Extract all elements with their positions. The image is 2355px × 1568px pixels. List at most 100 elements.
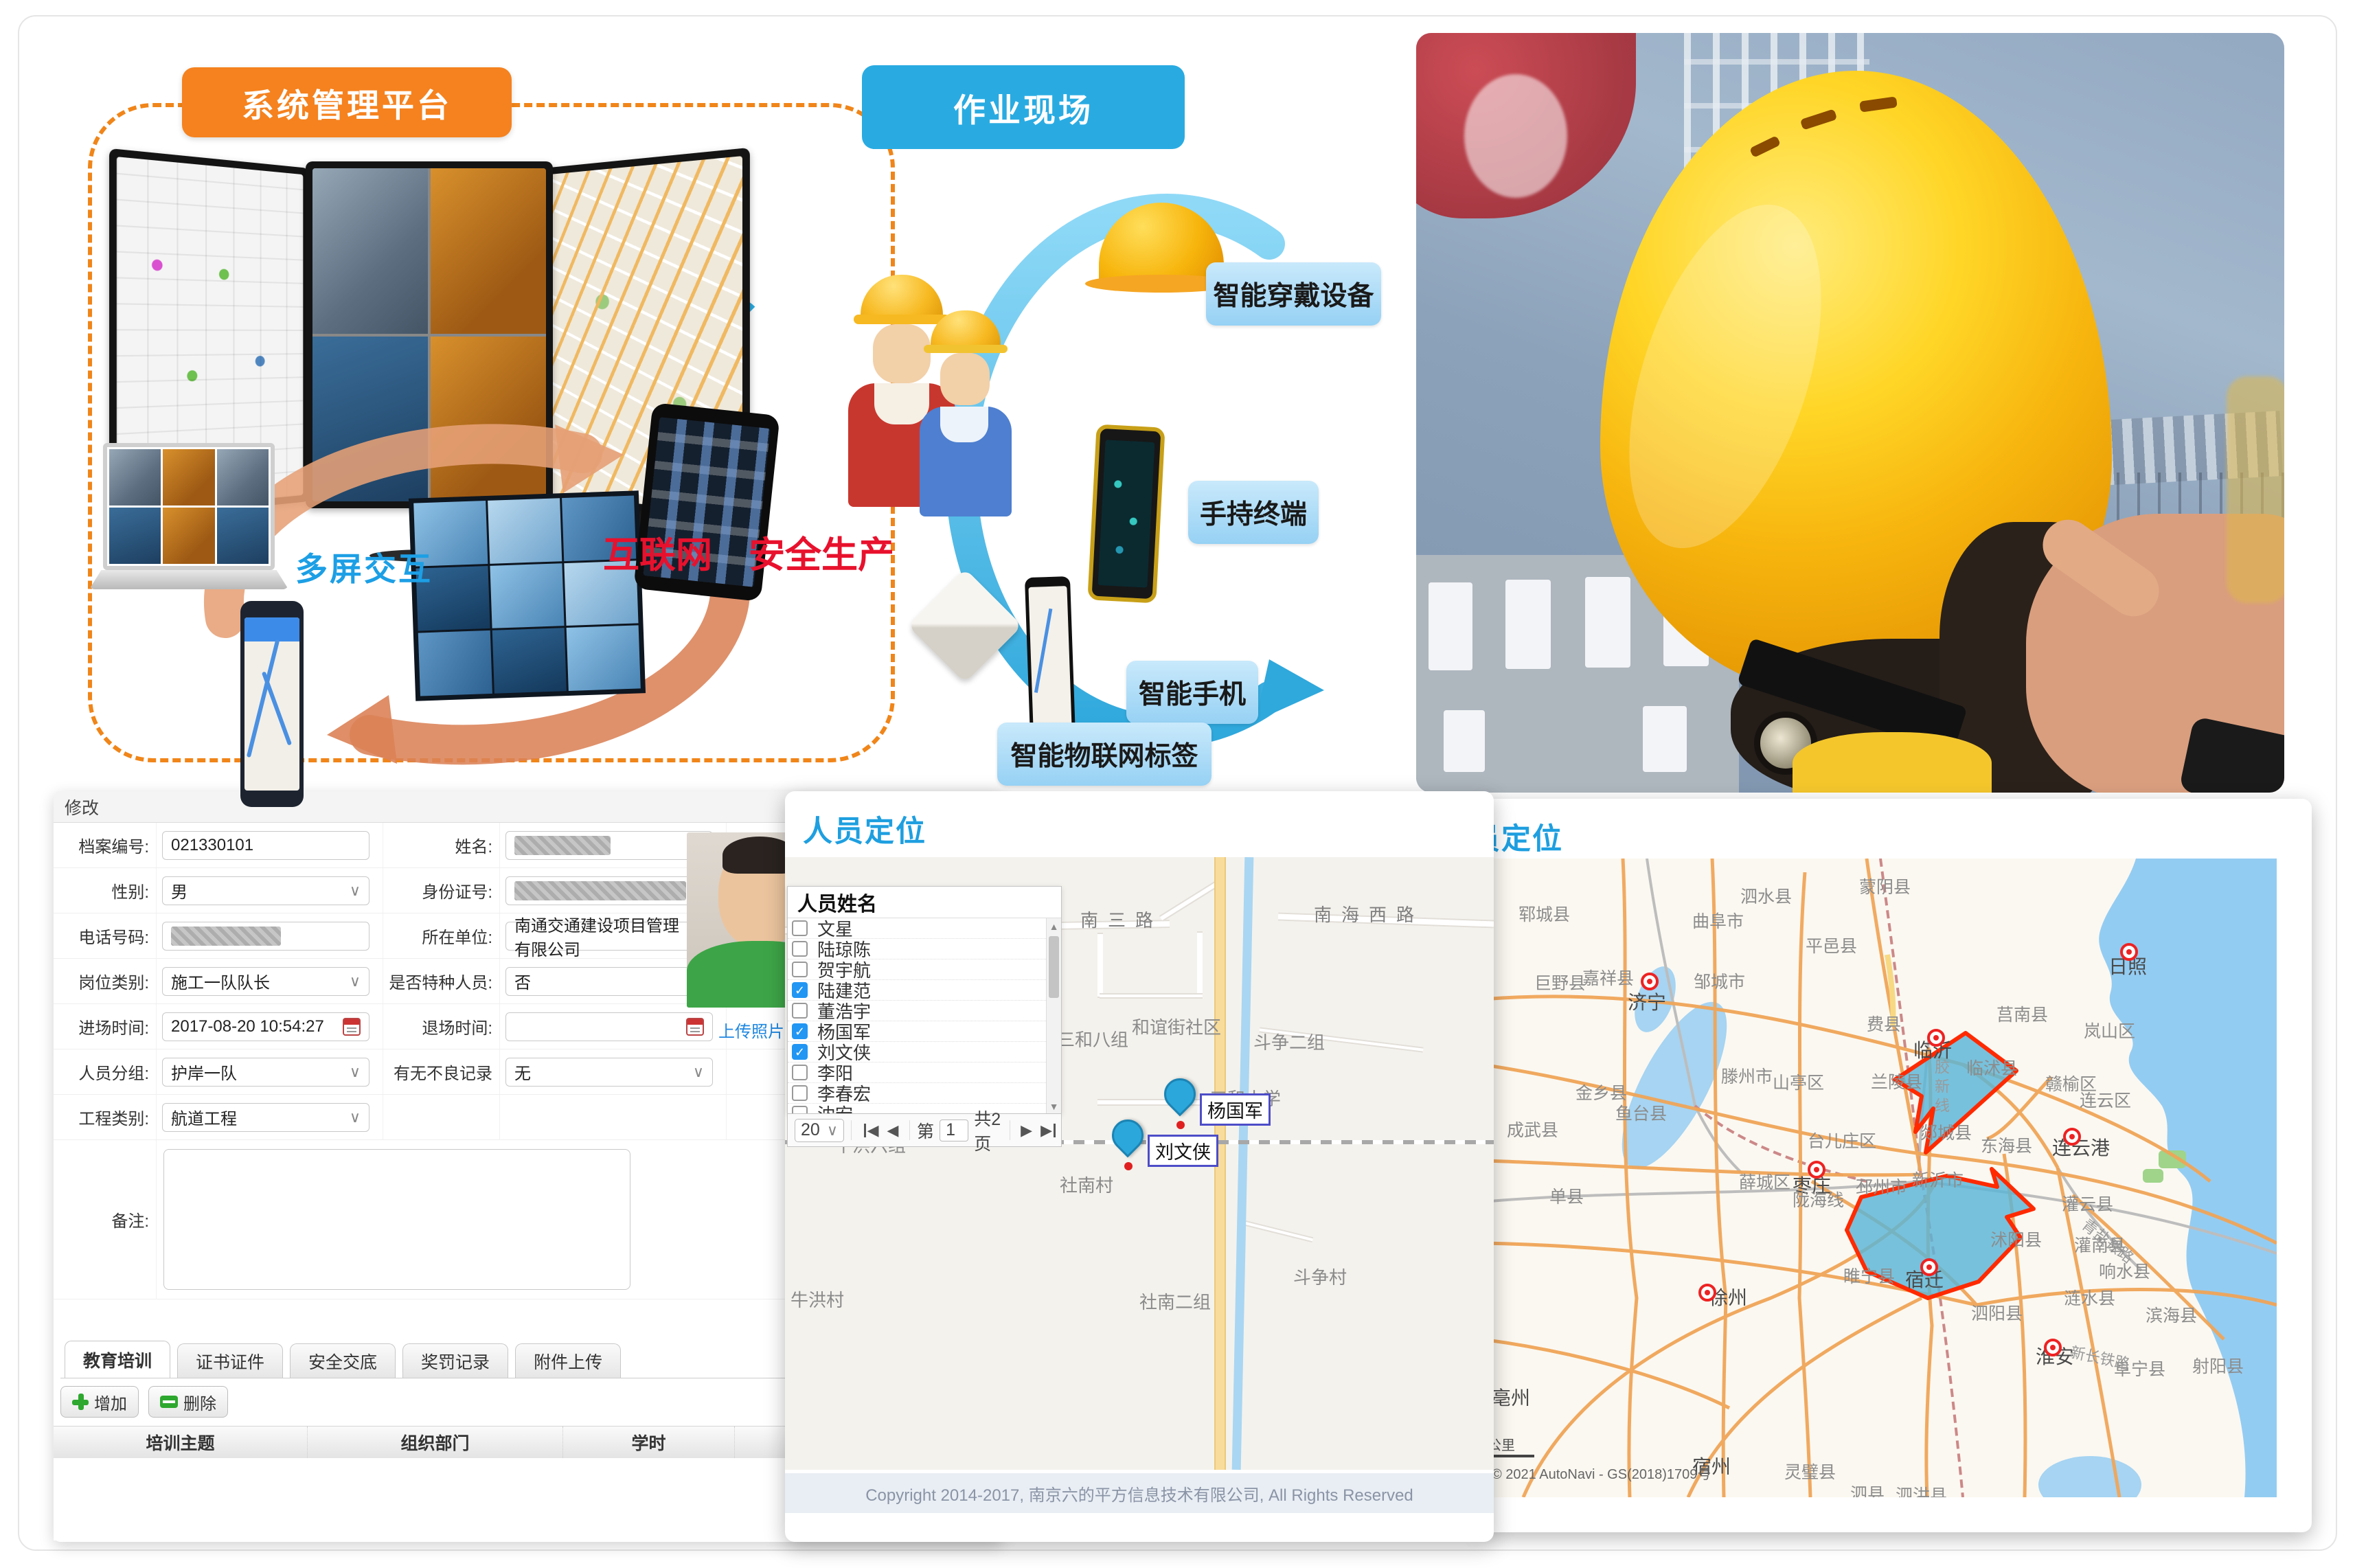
city-label-兰陵县: 兰陵县	[1871, 1069, 1922, 1093]
map-attribution: © 2021 AutoNavi - GS(2018)1709号	[1492, 1463, 1711, 1483]
video-feed	[312, 168, 428, 334]
page-number-input[interactable]: 1	[940, 1120, 968, 1141]
device-label-3: 智能物联网标签	[997, 723, 1211, 786]
checkbox-unchecked[interactable]	[792, 920, 808, 936]
checkbox-checked[interactable]: ✓	[792, 982, 808, 998]
pin-刘文侠	[1105, 1113, 1150, 1157]
select-人员分组:[interactable]: 护岸一队∨	[162, 1058, 369, 1087]
pin-杨国军	[1157, 1071, 1202, 1116]
checkbox-unchecked[interactable]	[792, 1085, 808, 1101]
masked-input[interactable]	[162, 922, 369, 951]
map-label-和谊街社区: 和谊街社区	[1132, 1014, 1221, 1039]
checkbox-unchecked[interactable]	[792, 962, 808, 977]
city-label-泗洪县: 泗洪县	[1896, 1482, 1947, 1497]
city-label-成武县: 成武县	[1507, 1117, 1558, 1141]
field-label: 身份证号:	[383, 868, 500, 913]
select-岗位类别:[interactable]: 施工一队队长∨	[162, 967, 369, 996]
laptop	[103, 443, 288, 589]
date-input[interactable]: 2017-08-20 10:54:27	[162, 1012, 369, 1041]
pin-label-杨国军[interactable]: 杨国军	[1200, 1093, 1271, 1126]
form-title: 修改	[65, 795, 99, 819]
tab-附件上传[interactable]: 附件上传	[515, 1343, 621, 1378]
text-input[interactable]: 021330101	[162, 831, 369, 860]
checkbox-checked[interactable]: ✓	[792, 1023, 808, 1039]
city-label-曲阜市: 曲阜市	[1692, 908, 1744, 933]
city-label-邹城市: 邹城市	[1694, 968, 1745, 993]
page-size-select[interactable]: 20∨	[795, 1119, 844, 1142]
first-page-button[interactable]: ◀	[858, 1122, 883, 1139]
workers-icon	[854, 275, 998, 543]
page-prefix: 第	[917, 1118, 934, 1143]
scroll-thumb[interactable]	[1049, 936, 1059, 998]
city-marker	[2120, 943, 2138, 961]
prev-page-button[interactable]: ◀	[883, 1122, 902, 1139]
city-label-岚山区: 岚山区	[2084, 1018, 2135, 1043]
city-marker	[1920, 1258, 1938, 1276]
city-label-巨野县: 巨野县	[1534, 970, 1586, 995]
select-是否特种人员:[interactable]: 否∨	[505, 967, 713, 996]
tab-证书证件[interactable]: 证书证件	[177, 1343, 283, 1378]
line-label-胶新线: 胶新线	[1930, 1059, 1952, 1117]
select-所在单位:[interactable]: 南通交通建设项目管理有限公司∨	[505, 922, 713, 951]
map-label-南海西路: 南海西路	[1314, 901, 1424, 927]
form-toolbar: 增加删除	[60, 1386, 238, 1418]
map-label-斗争二组: 斗争二组	[1253, 1029, 1325, 1054]
city-marker	[1698, 1284, 1716, 1302]
person-list-header: 人员姓名	[788, 887, 1061, 918]
scroll-up-icon[interactable]: ▲	[1047, 921, 1061, 932]
field-label: 姓名:	[383, 823, 500, 867]
col-header-培训主题: 培训主题	[54, 1427, 308, 1458]
city-label-嘉祥县: 嘉祥县	[1582, 965, 1634, 990]
remark-textarea[interactable]	[163, 1149, 630, 1290]
checkbox-unchecked[interactable]	[792, 1065, 808, 1080]
region-locate-panel: 人员定位	[1482, 799, 2312, 1532]
scroll-down-icon[interactable]: ▼	[1047, 1101, 1061, 1112]
city-marker	[1808, 1161, 1825, 1179]
mid-panel-title: 人员定位	[803, 808, 926, 850]
region-map[interactable]: 郓城县泗水县曲阜市蒙阴县莒南县岚山区日照平邑县费县临沂临沭县兰陵县郯城县嘉祥县巨…	[1482, 859, 2277, 1497]
multiscreen-label: 多屏交互	[295, 543, 433, 590]
masked-input[interactable]	[505, 876, 713, 905]
map-label-社南村: 社南村	[1060, 1172, 1113, 1197]
select-性别:[interactable]: 男∨	[162, 876, 369, 905]
pin-label-刘文侠[interactable]: 刘文侠	[1148, 1135, 1218, 1167]
select-有无不良记录[interactable]: 无∨	[505, 1058, 713, 1087]
city-label-灵璧县: 灵璧县	[1784, 1459, 1836, 1484]
checkbox-unchecked[interactable]	[792, 1106, 808, 1114]
field-label: 电话号码:	[54, 913, 157, 958]
city-label-济宁: 济宁	[1628, 988, 1666, 1015]
date-input[interactable]	[505, 1012, 713, 1041]
masked-input[interactable]	[505, 831, 713, 860]
field-label: 工程类别:	[54, 1095, 157, 1139]
last-page-button[interactable]: ▶	[1036, 1122, 1061, 1139]
device-label-1: 手持终端	[1188, 481, 1319, 544]
device-label-2: 智能手机	[1126, 661, 1258, 724]
plus-icon	[72, 1394, 89, 1410]
add-button[interactable]: 增加	[60, 1386, 139, 1418]
tab-奖罚记录[interactable]: 奖罚记录	[402, 1343, 508, 1378]
city-label-郓城县: 郓城县	[1518, 901, 1570, 926]
tab-教育培训[interactable]: 教育培训	[65, 1341, 170, 1378]
tv-wall	[409, 490, 646, 701]
checkbox-unchecked[interactable]	[792, 941, 808, 957]
city-label-沭阳县: 沭阳县	[1990, 1227, 2042, 1251]
delete-button[interactable]: 删除	[148, 1386, 228, 1418]
internet-label: 互联网	[603, 526, 712, 578]
device-label-0: 智能穿戴设备	[1206, 262, 1381, 326]
checkbox-checked[interactable]: ✓	[792, 1044, 808, 1060]
city-label-连云港: 连云港	[2052, 1133, 2110, 1161]
tab-安全交底[interactable]: 安全交底	[290, 1343, 396, 1378]
city-label-郯城县: 郯城县	[1920, 1120, 1972, 1144]
person-list: 人员姓名 文星陆琼陈贺宇航✓陆建范董浩宇✓杨国军✓刘文侠李阳李春宏沈宏 ▲ ▼	[787, 886, 1062, 1114]
select-工程类别:[interactable]: 航道工程∨	[162, 1103, 369, 1132]
personnel-locate-panel: 人员定位 南三路南海西路和谊街社区三和八组斗争二组三和小学社南村牛洪六组牛洪村社…	[785, 791, 1494, 1542]
upload-photo-link[interactable]: 上传照片	[718, 1018, 784, 1042]
checkbox-unchecked[interactable]	[792, 1003, 808, 1019]
next-page-button[interactable]: ▶	[1016, 1122, 1036, 1139]
list-scrollbar[interactable]: ▲ ▼	[1046, 918, 1061, 1114]
person-row-沈宏[interactable]: 沈宏	[788, 1104, 1061, 1114]
city-marker	[2063, 1128, 2081, 1146]
city-label-滨海县: 滨海县	[2146, 1302, 2197, 1327]
city-label-薛城区: 薛城区	[1739, 1169, 1790, 1194]
minus-icon	[160, 1396, 178, 1408]
